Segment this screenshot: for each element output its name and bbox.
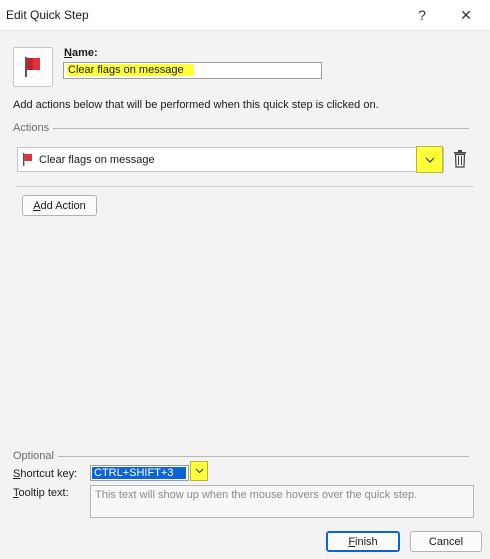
- name-value: Clear flags on message: [67, 64, 194, 76]
- shortcut-dropdown-button[interactable]: [190, 461, 208, 481]
- actions-group-label: Actions: [13, 122, 54, 134]
- finish-button[interactable]: Finish: [326, 531, 400, 552]
- optional-group-label: Optional: [13, 450, 58, 462]
- actions-separator: [17, 186, 474, 187]
- shortcut-key-select[interactable]: CTRL+SHIFT+3: [90, 465, 189, 481]
- close-button[interactable]: ✕: [446, 3, 486, 27]
- optional-divider: [13, 456, 469, 457]
- action-dropdown-button[interactable]: [416, 146, 443, 173]
- actions-divider: [13, 128, 469, 129]
- red-flag-icon: [23, 153, 32, 166]
- quick-step-icon-button[interactable]: [13, 47, 53, 87]
- tooltip-text-field[interactable]: This text will show up when the mouse ho…: [90, 485, 474, 518]
- help-button[interactable]: ?: [402, 3, 442, 27]
- help-icon: ?: [418, 7, 426, 23]
- shortcut-key-label: Shortcut key:: [13, 468, 78, 480]
- chevron-down-icon: [195, 468, 203, 474]
- window-title: Edit Quick Step: [6, 8, 89, 22]
- action-label: Clear flags on message: [39, 154, 155, 166]
- add-action-button[interactable]: Add Action: [22, 195, 97, 216]
- description-text: Add actions below that will be performed…: [13, 99, 379, 111]
- trash-icon[interactable]: [453, 150, 467, 168]
- name-label: Name:: [64, 47, 98, 59]
- cancel-button[interactable]: Cancel: [410, 531, 482, 552]
- action-dropdown[interactable]: Clear flags on message: [17, 147, 444, 172]
- tooltip-text-label: Tooltip text:: [13, 487, 69, 499]
- chevron-down-icon: [425, 157, 434, 163]
- name-input[interactable]: Clear flags on message: [63, 62, 322, 79]
- shortcut-key-value: CTRL+SHIFT+3: [92, 467, 186, 479]
- red-flag-icon: [25, 57, 40, 77]
- title-bar: Edit Quick Step ? ✕: [0, 0, 490, 30]
- close-icon: ✕: [460, 6, 472, 23]
